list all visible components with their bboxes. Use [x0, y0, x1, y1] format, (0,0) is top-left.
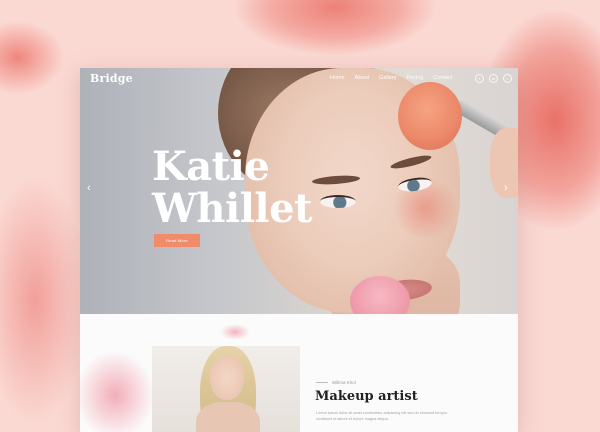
website-preview: Bridge Home About Gallery Pricing Contac…: [80, 68, 518, 432]
read-more-button[interactable]: Read More: [154, 234, 200, 247]
pink-powder-splash: [220, 324, 250, 340]
social-links: f in p: [475, 74, 512, 83]
main-nav: Home About Gallery Pricing Contact: [330, 75, 452, 81]
section-text: Lorem ipsum dolor sit amet consectetur a…: [316, 411, 448, 421]
instagram-icon[interactable]: in: [489, 74, 498, 83]
nav-item-home[interactable]: Home: [330, 75, 345, 81]
author-label: Willma Khol: [316, 380, 356, 385]
artist-photo-face: [210, 356, 244, 400]
hero-title: Katie Whillet: [152, 143, 313, 232]
facebook-icon[interactable]: f: [475, 74, 484, 83]
hero-title-line1: Katie: [152, 143, 270, 190]
powder-splash-left: [0, 20, 65, 95]
makeup-brush-head: [398, 82, 462, 150]
artist-photo: [152, 346, 300, 432]
author-divider: [316, 382, 328, 383]
pink-powder-splash: [80, 350, 155, 432]
artist-photo-body: [196, 402, 260, 432]
powder-splash-top: [235, 0, 435, 55]
nav-item-pricing[interactable]: Pricing: [406, 75, 423, 81]
pinterest-icon[interactable]: p: [503, 74, 512, 83]
chevron-left-icon[interactable]: ‹: [87, 182, 91, 194]
nav-item-about[interactable]: About: [355, 75, 369, 81]
nav-item-contact[interactable]: Contact: [433, 75, 452, 81]
hero-slider: Bridge Home About Gallery Pricing Contac…: [80, 68, 518, 314]
chevron-right-icon[interactable]: ›: [504, 182, 508, 194]
about-section: Willma Khol Makeup artist Lorem ipsum do…: [80, 314, 518, 432]
hero-title-line2: Whillet: [152, 185, 313, 232]
nav-item-gallery[interactable]: Gallery: [379, 75, 396, 81]
author-name: Willma Khol: [332, 380, 356, 385]
site-logo[interactable]: Bridge: [90, 72, 133, 85]
section-title: Makeup artist: [315, 389, 418, 404]
powder-smear-left: [0, 170, 90, 430]
hero-portrait-eye: [320, 195, 356, 208]
